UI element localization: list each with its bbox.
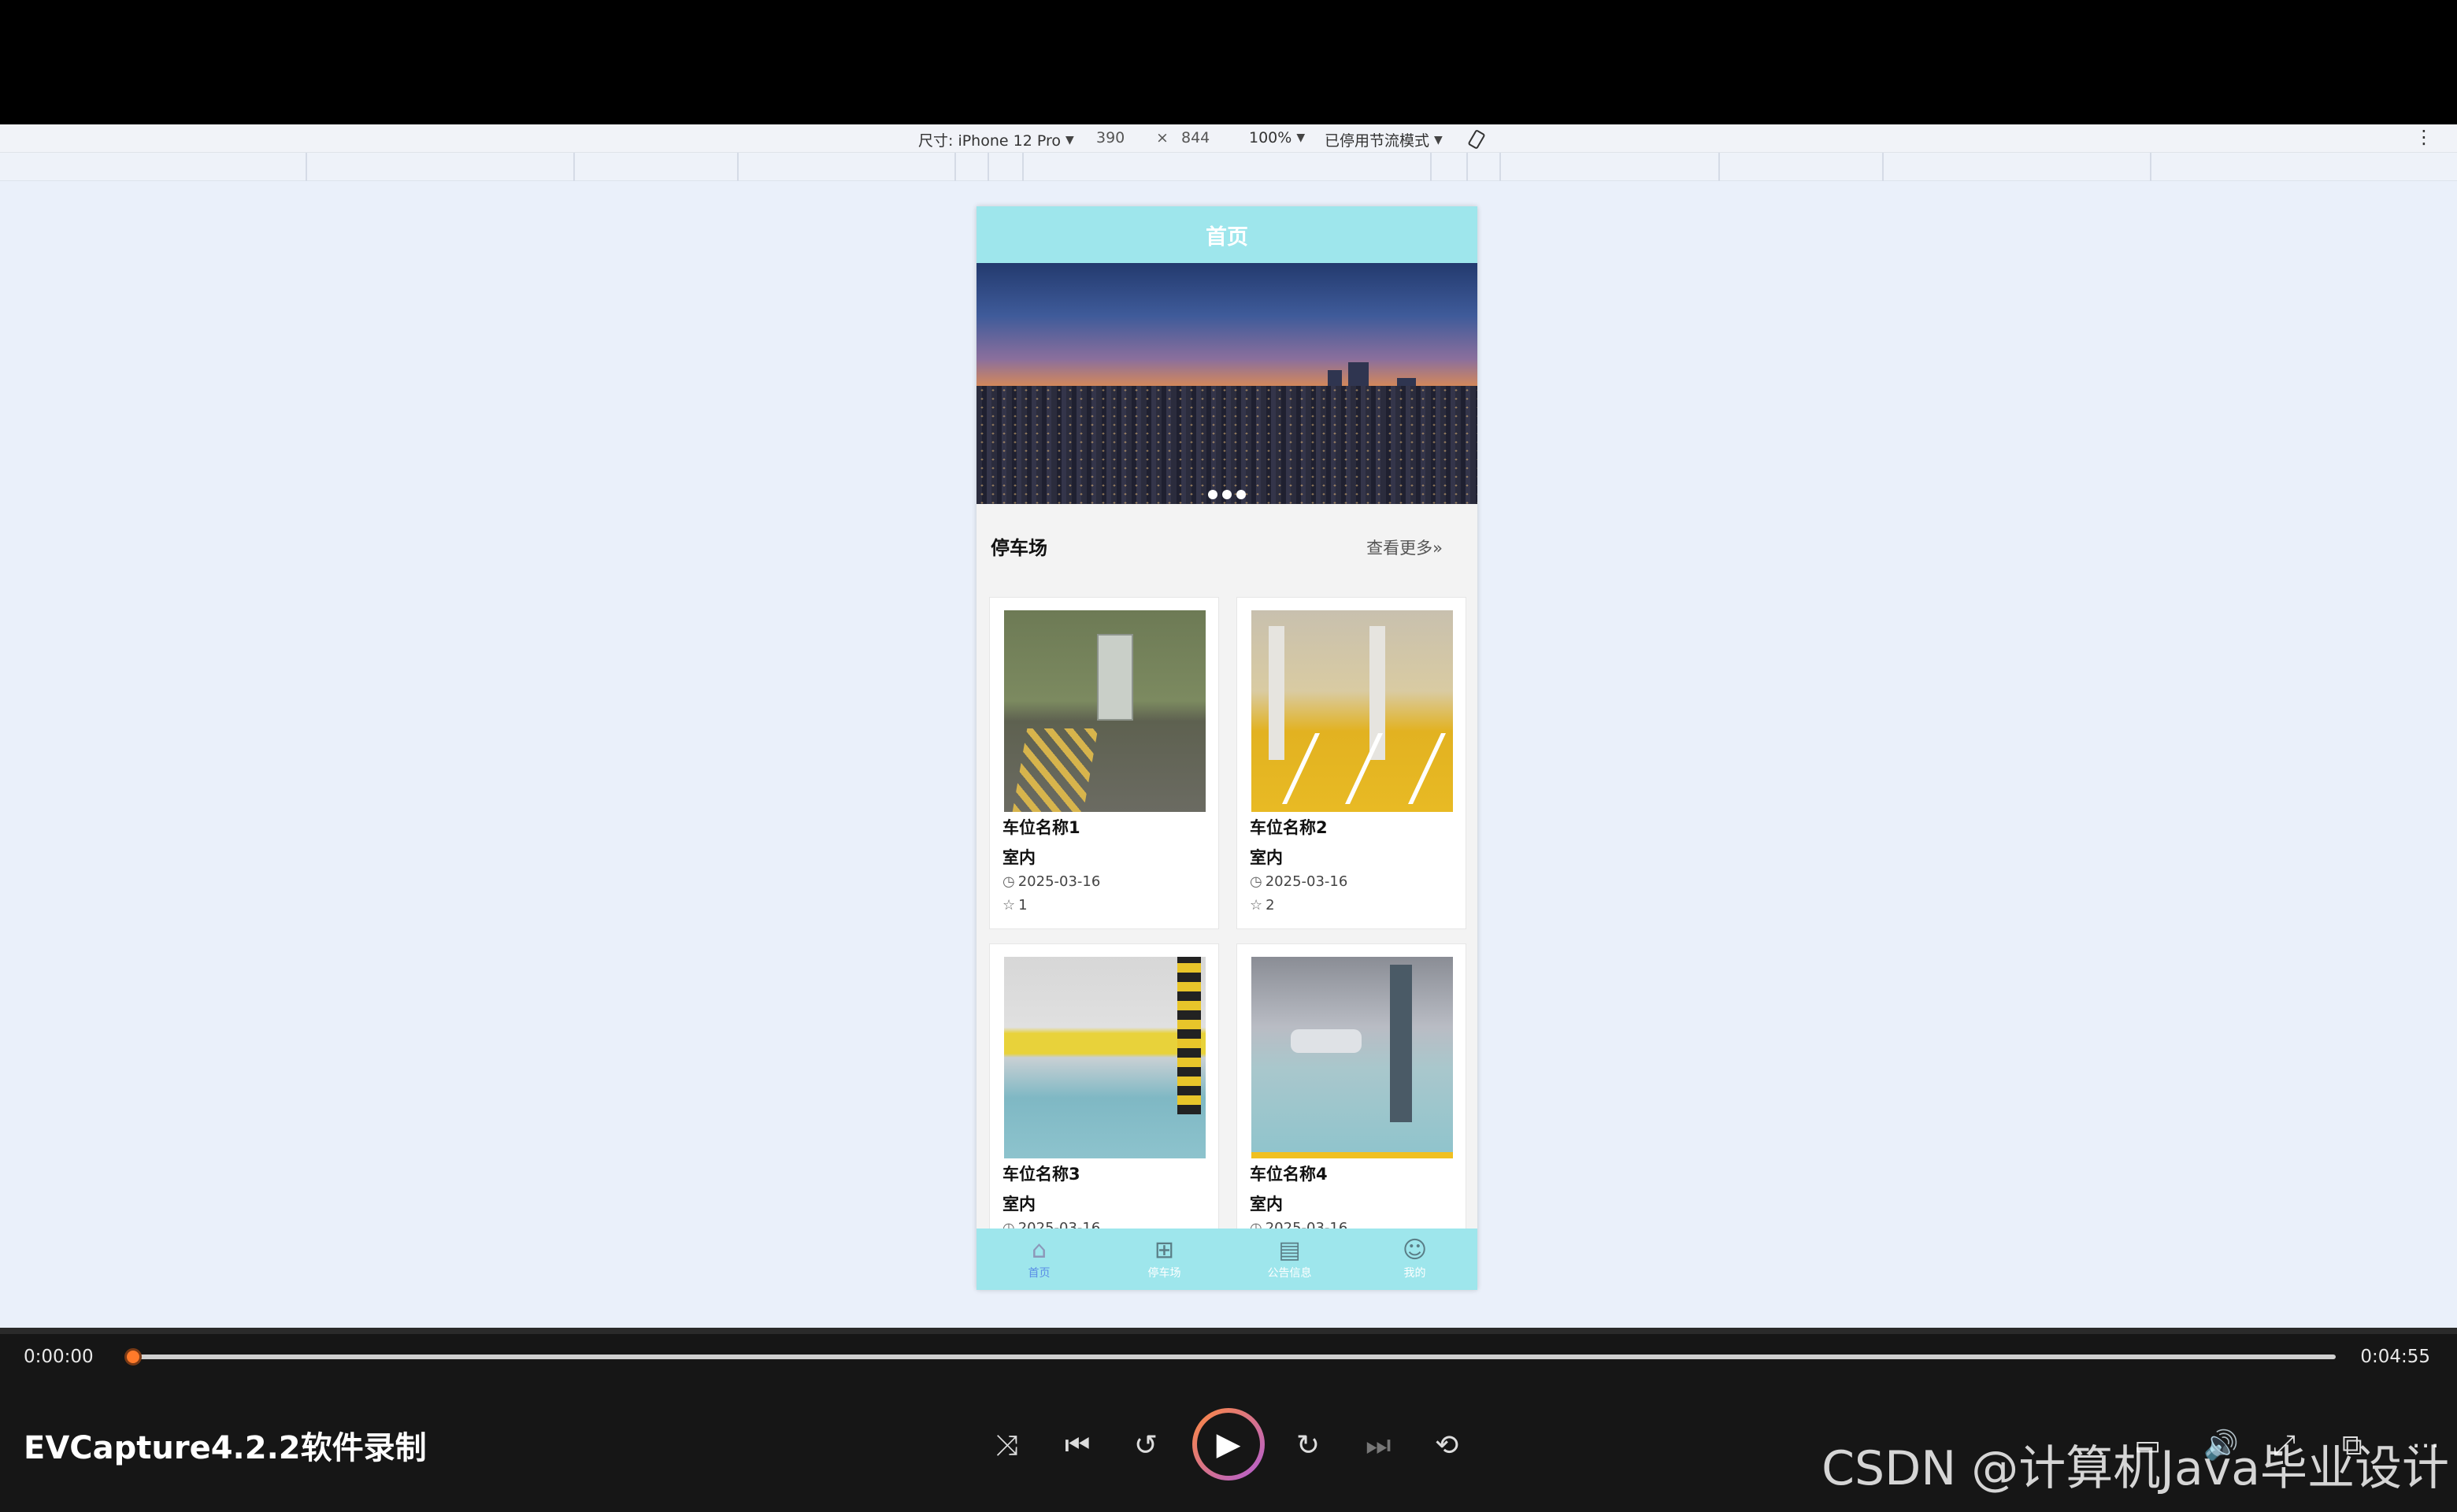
tab-label: 首页 xyxy=(1028,1267,1051,1280)
parking-card[interactable]: 车位名称4 室内 ◷ 2025-03-16 xyxy=(1236,943,1466,1276)
progress-track[interactable] xyxy=(134,1354,2336,1359)
card-date: ◷ 2025-03-16 xyxy=(1250,873,1348,890)
parking-card[interactable]: 车位名称2 室内 ◷ 2025-03-16 ☆ 2 xyxy=(1236,597,1466,929)
more-options-icon[interactable]: ⋮ xyxy=(2414,126,2433,148)
shuffle-icon[interactable]: ⤨ xyxy=(995,1430,1018,1462)
clock-icon: ◷ xyxy=(1250,873,1262,890)
parking-photo xyxy=(1251,957,1453,1158)
carousel-dot[interactable] xyxy=(1222,490,1232,499)
tab-parking[interactable]: ⊞ 停车场 xyxy=(1102,1228,1227,1290)
caret-down-icon: ▼ xyxy=(1065,133,1074,146)
caret-down-icon: ▼ xyxy=(1296,132,1306,144)
device-select[interactable]: 尺寸: iPhone 12 Pro ▼ xyxy=(918,129,1074,150)
total-time: 0:04:55 xyxy=(2360,1347,2430,1367)
banner-carousel[interactable] xyxy=(976,263,1477,504)
card-name: 车位名称4 xyxy=(1250,1165,1328,1184)
city-lights xyxy=(976,386,1477,504)
card-type: 室内 xyxy=(1002,848,1036,867)
video-player: 0:00:00 0:04:55 EVCapture4.2.2软件录制 ⤨ ⏮ ↺… xyxy=(0,1328,2457,1512)
play-icon: ▶ xyxy=(1197,1413,1260,1476)
view-more-link[interactable]: 查看更多» xyxy=(1366,536,1443,559)
page-title: 首页 xyxy=(976,206,1477,263)
forward-30-icon[interactable]: ↻ xyxy=(1296,1430,1320,1462)
throttle-select[interactable]: 已停用节流模式 ▼ xyxy=(1325,129,1443,150)
tab-notices[interactable]: ▤ 公告信息 xyxy=(1227,1228,1352,1290)
device-label: 尺寸: iPhone 12 Pro xyxy=(918,132,1061,150)
tab-home[interactable]: ⌂ 首页 xyxy=(976,1228,1102,1290)
width-input[interactable]: 390 xyxy=(1096,129,1125,146)
phone-viewport: 首页 停车场 查看更多» 车位名称1 室内 ◷ 2025-03-16 ☆ 1 车… xyxy=(976,206,1477,1290)
media-query-ruler xyxy=(0,153,2457,181)
top-black-band xyxy=(0,0,2457,124)
parking-photo xyxy=(1004,957,1206,1158)
card-favorites: ☆ 2 xyxy=(1250,897,1275,914)
device-toolbar: 尺寸: iPhone 12 Pro ▼ 390 × 844 100% ▼ 已停用… xyxy=(0,124,2457,153)
carousel-dot[interactable] xyxy=(1208,490,1217,499)
card-name: 车位名称1 xyxy=(1002,818,1080,837)
grid-icon: ⊞ xyxy=(1154,1236,1175,1264)
progress-handle[interactable] xyxy=(124,1348,142,1366)
zoom-select[interactable]: 100% ▼ xyxy=(1249,129,1305,146)
tab-mine[interactable]: ☺ 我的 xyxy=(1352,1228,1477,1290)
rewind-10-icon[interactable]: ↺ xyxy=(1134,1430,1158,1462)
tab-label: 公告信息 xyxy=(1267,1267,1312,1280)
section-title: 停车场 xyxy=(991,537,1047,559)
previous-icon[interactable]: ⏮ xyxy=(1065,1430,1090,1462)
card-date: ◷ 2025-03-16 xyxy=(1002,873,1101,890)
browser-viewport: 首页 停车场 查看更多» 车位名称1 室内 ◷ 2025-03-16 ☆ 1 车… xyxy=(0,181,2457,1328)
bottom-tab-bar: ⌂ 首页 ⊞ 停车场 ▤ 公告信息 ☺ 我的 xyxy=(976,1228,1477,1290)
carousel-indicators xyxy=(976,490,1477,499)
zoom-value: 100% xyxy=(1249,129,1292,146)
height-value: 844 xyxy=(1181,129,1210,146)
home-icon: ⌂ xyxy=(1031,1236,1047,1264)
repeat-icon[interactable]: ⟲ xyxy=(1435,1430,1458,1462)
rotate-icon[interactable] xyxy=(1466,129,1487,150)
recorder-label: EVCapture4.2.2软件录制 xyxy=(24,1430,427,1466)
width-value: 390 xyxy=(1096,129,1125,146)
current-time: 0:00:00 xyxy=(24,1347,94,1367)
play-button[interactable]: ▶ xyxy=(1192,1408,1265,1480)
card-type: 室内 xyxy=(1002,1195,1036,1214)
star-icon: ☆ xyxy=(1002,897,1016,914)
parking-photo xyxy=(1251,610,1453,812)
caret-down-icon: ▼ xyxy=(1434,133,1443,146)
height-input[interactable]: 844 xyxy=(1181,129,1210,146)
card-type: 室内 xyxy=(1250,1195,1283,1214)
throttle-value: 已停用节流模式 xyxy=(1325,132,1430,150)
parking-card[interactable]: 车位名称1 室内 ◷ 2025-03-16 ☆ 1 xyxy=(989,597,1219,929)
card-favorites: ☆ 1 xyxy=(1002,897,1028,914)
next-icon[interactable]: ⏭ xyxy=(1366,1430,1391,1462)
csdn-watermark: CSDN @计算机Java毕业设计 xyxy=(1821,1441,2449,1496)
parking-photo xyxy=(1004,610,1206,812)
star-icon: ☆ xyxy=(1250,897,1263,914)
tab-label: 停车场 xyxy=(1147,1267,1181,1280)
carousel-dot[interactable] xyxy=(1236,490,1246,499)
card-type: 室内 xyxy=(1250,848,1283,867)
card-name: 车位名称3 xyxy=(1002,1165,1080,1184)
section-header: 停车场 查看更多» xyxy=(976,529,1477,561)
clock-icon: ◷ xyxy=(1002,873,1015,890)
news-icon: ▤ xyxy=(1278,1236,1301,1264)
user-icon: ☺ xyxy=(1402,1236,1428,1264)
tab-label: 我的 xyxy=(1403,1267,1426,1280)
times-sign: × xyxy=(1156,129,1169,146)
card-name: 车位名称2 xyxy=(1250,818,1328,837)
parking-card[interactable]: 车位名称3 室内 ◷ 2025-03-16 xyxy=(989,943,1219,1276)
